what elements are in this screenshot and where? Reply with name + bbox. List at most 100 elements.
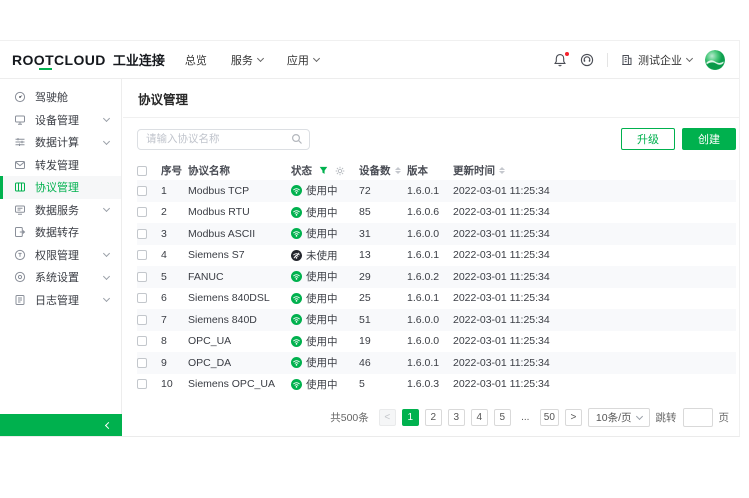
- cell-no: 6: [161, 292, 188, 304]
- prev-page-button[interactable]: <: [379, 409, 396, 426]
- sidebar-item-label: 转发管理: [35, 157, 79, 173]
- sidebar-item-权限管理[interactable]: 权限管理: [0, 244, 121, 267]
- nav-item-总览[interactable]: 总览: [185, 52, 207, 68]
- row-checkbox[interactable]: [137, 379, 147, 389]
- cell-version: 1.6.0.0: [407, 335, 453, 347]
- sidebar-item-协议管理[interactable]: 协议管理: [0, 176, 121, 199]
- column-header-status: 状态: [291, 163, 359, 178]
- row-checkbox[interactable]: [137, 250, 147, 260]
- cell-version: 1.6.0.1: [407, 357, 453, 369]
- sidebar-item-label: 数据转存: [35, 224, 79, 240]
- sort-icon[interactable]: [499, 167, 505, 175]
- table-row: 4Siemens S7未使用131.6.0.12022-03-01 11:25:…: [137, 245, 736, 267]
- cell-status: 使用中: [291, 355, 359, 370]
- sidebar-item-日志管理[interactable]: 日志管理: [0, 289, 121, 312]
- sidebar-item-label: 数据服务: [35, 202, 79, 218]
- sidebar-item-数据服务[interactable]: 数据服务: [0, 199, 121, 222]
- row-checkbox[interactable]: [137, 293, 147, 303]
- page-button-4[interactable]: 4: [471, 409, 488, 426]
- nav-item-应用[interactable]: 应用: [287, 52, 319, 68]
- jump-page-input[interactable]: [683, 408, 713, 427]
- page-unit-label: 页: [719, 410, 730, 425]
- main-content: 协议管理 升级 创建 序号 协议名称 状态: [123, 79, 739, 436]
- sort-icon[interactable]: [395, 167, 401, 175]
- row-checkbox[interactable]: [137, 358, 147, 368]
- cell-version: 1.6.0.0: [407, 228, 453, 240]
- chevron-down-icon: [103, 295, 110, 302]
- status-label: 使用中: [306, 377, 338, 392]
- filter-icon[interactable]: [319, 166, 328, 175]
- cell-updated: 2022-03-01 11:25:34: [453, 335, 736, 347]
- row-checkbox[interactable]: [137, 272, 147, 282]
- cell-status: 使用中: [291, 312, 359, 327]
- page-size-select[interactable]: 10条/页: [588, 408, 650, 427]
- cell-status: 未使用: [291, 248, 359, 263]
- cell-version: 1.6.0.1: [407, 292, 453, 304]
- pagination: 共500条 < 12345...50 > 10条/页 跳转 页: [123, 395, 739, 427]
- enterprise-selector[interactable]: 测试企业: [621, 52, 692, 68]
- brand-name: ROOTCLOUD: [12, 52, 106, 68]
- page-button-1[interactable]: 1: [402, 409, 419, 426]
- status-in-use-icon: [291, 336, 302, 347]
- help-icon[interactable]: [580, 53, 594, 67]
- notification-bell-icon[interactable]: [553, 53, 567, 67]
- page-button-5[interactable]: 5: [494, 409, 511, 426]
- cell-devices: 19: [359, 335, 407, 347]
- sidebar-item-数据计算[interactable]: 数据计算: [0, 131, 121, 154]
- gear-icon[interactable]: [335, 166, 345, 176]
- row-checkbox[interactable]: [137, 315, 147, 325]
- column-header-updated: 更新时间: [453, 163, 736, 178]
- sidebar-item-label: 权限管理: [35, 247, 79, 263]
- table-row: 6Siemens 840DSL使用中251.6.0.12022-03-01 11…: [137, 288, 736, 310]
- protocol-icon: [14, 181, 26, 193]
- avatar[interactable]: [705, 50, 725, 70]
- page-buttons: 12345... 50: [402, 409, 559, 426]
- row-checkbox[interactable]: [137, 186, 147, 196]
- cell-no: 4: [161, 249, 188, 261]
- cell-devices: 13: [359, 249, 407, 261]
- sidebar-item-转发管理[interactable]: 转发管理: [0, 154, 121, 177]
- cell-devices: 85: [359, 206, 407, 218]
- sidebar-item-设备管理[interactable]: 设备管理: [0, 109, 121, 132]
- cell-updated: 2022-03-01 11:25:34: [453, 185, 736, 197]
- cell-name: Siemens 840DSL: [188, 292, 291, 304]
- cell-updated: 2022-03-01 11:25:34: [453, 378, 736, 390]
- upgrade-button[interactable]: 升级: [621, 128, 675, 150]
- cell-name: FANUC: [188, 271, 291, 283]
- sidebar-item-数据转存[interactable]: 数据转存: [0, 221, 121, 244]
- page-title: 协议管理: [123, 79, 739, 118]
- row-checkbox[interactable]: [137, 229, 147, 239]
- sidebar: 驾驶舱设备管理数据计算转发管理协议管理数据服务数据转存权限管理系统设置日志管理: [0, 79, 122, 414]
- sidebar-collapse-button[interactable]: [0, 414, 122, 436]
- cell-version: 1.6.0.0: [407, 314, 453, 326]
- table-row: 5FANUC使用中291.6.0.22022-03-01 11:25:34: [137, 266, 736, 288]
- sidebar-item-label: 数据计算: [35, 134, 79, 150]
- select-all-checkbox[interactable]: [137, 166, 147, 176]
- page-button-3[interactable]: 3: [448, 409, 465, 426]
- search-input[interactable]: [137, 129, 310, 150]
- cell-version: 1.6.0.1: [407, 185, 453, 197]
- table-row: 1Modbus TCP使用中721.6.0.12022-03-01 11:25:…: [137, 180, 736, 202]
- page-button-50[interactable]: 50: [540, 409, 559, 426]
- status-label: 使用中: [306, 269, 338, 284]
- create-button[interactable]: 创建: [682, 128, 736, 150]
- toolbar: 升级 创建: [123, 118, 739, 158]
- sidebar-item-驾驶舱[interactable]: 驾驶舱: [0, 86, 121, 109]
- data-service-icon: [14, 204, 26, 216]
- next-page-button[interactable]: >: [565, 409, 582, 426]
- table-row: 2Modbus RTU使用中851.6.0.62022-03-01 11:25:…: [137, 202, 736, 224]
- top-nav: 总览 服务 应用: [185, 52, 319, 68]
- page-ellipsis: ...: [517, 409, 534, 426]
- row-checkbox[interactable]: [137, 207, 147, 217]
- search-icon[interactable]: [291, 133, 303, 145]
- cell-devices: 72: [359, 185, 407, 197]
- cell-updated: 2022-03-01 11:25:34: [453, 314, 736, 326]
- row-checkbox[interactable]: [137, 336, 147, 346]
- cell-devices: 46: [359, 357, 407, 369]
- status-label: 使用中: [306, 312, 338, 327]
- nav-item-服务[interactable]: 服务: [231, 52, 263, 68]
- column-header-version: 版本: [407, 163, 453, 178]
- sidebar-item-系统设置[interactable]: 系统设置: [0, 266, 121, 289]
- page-button-2[interactable]: 2: [425, 409, 442, 426]
- cell-devices: 31: [359, 228, 407, 240]
